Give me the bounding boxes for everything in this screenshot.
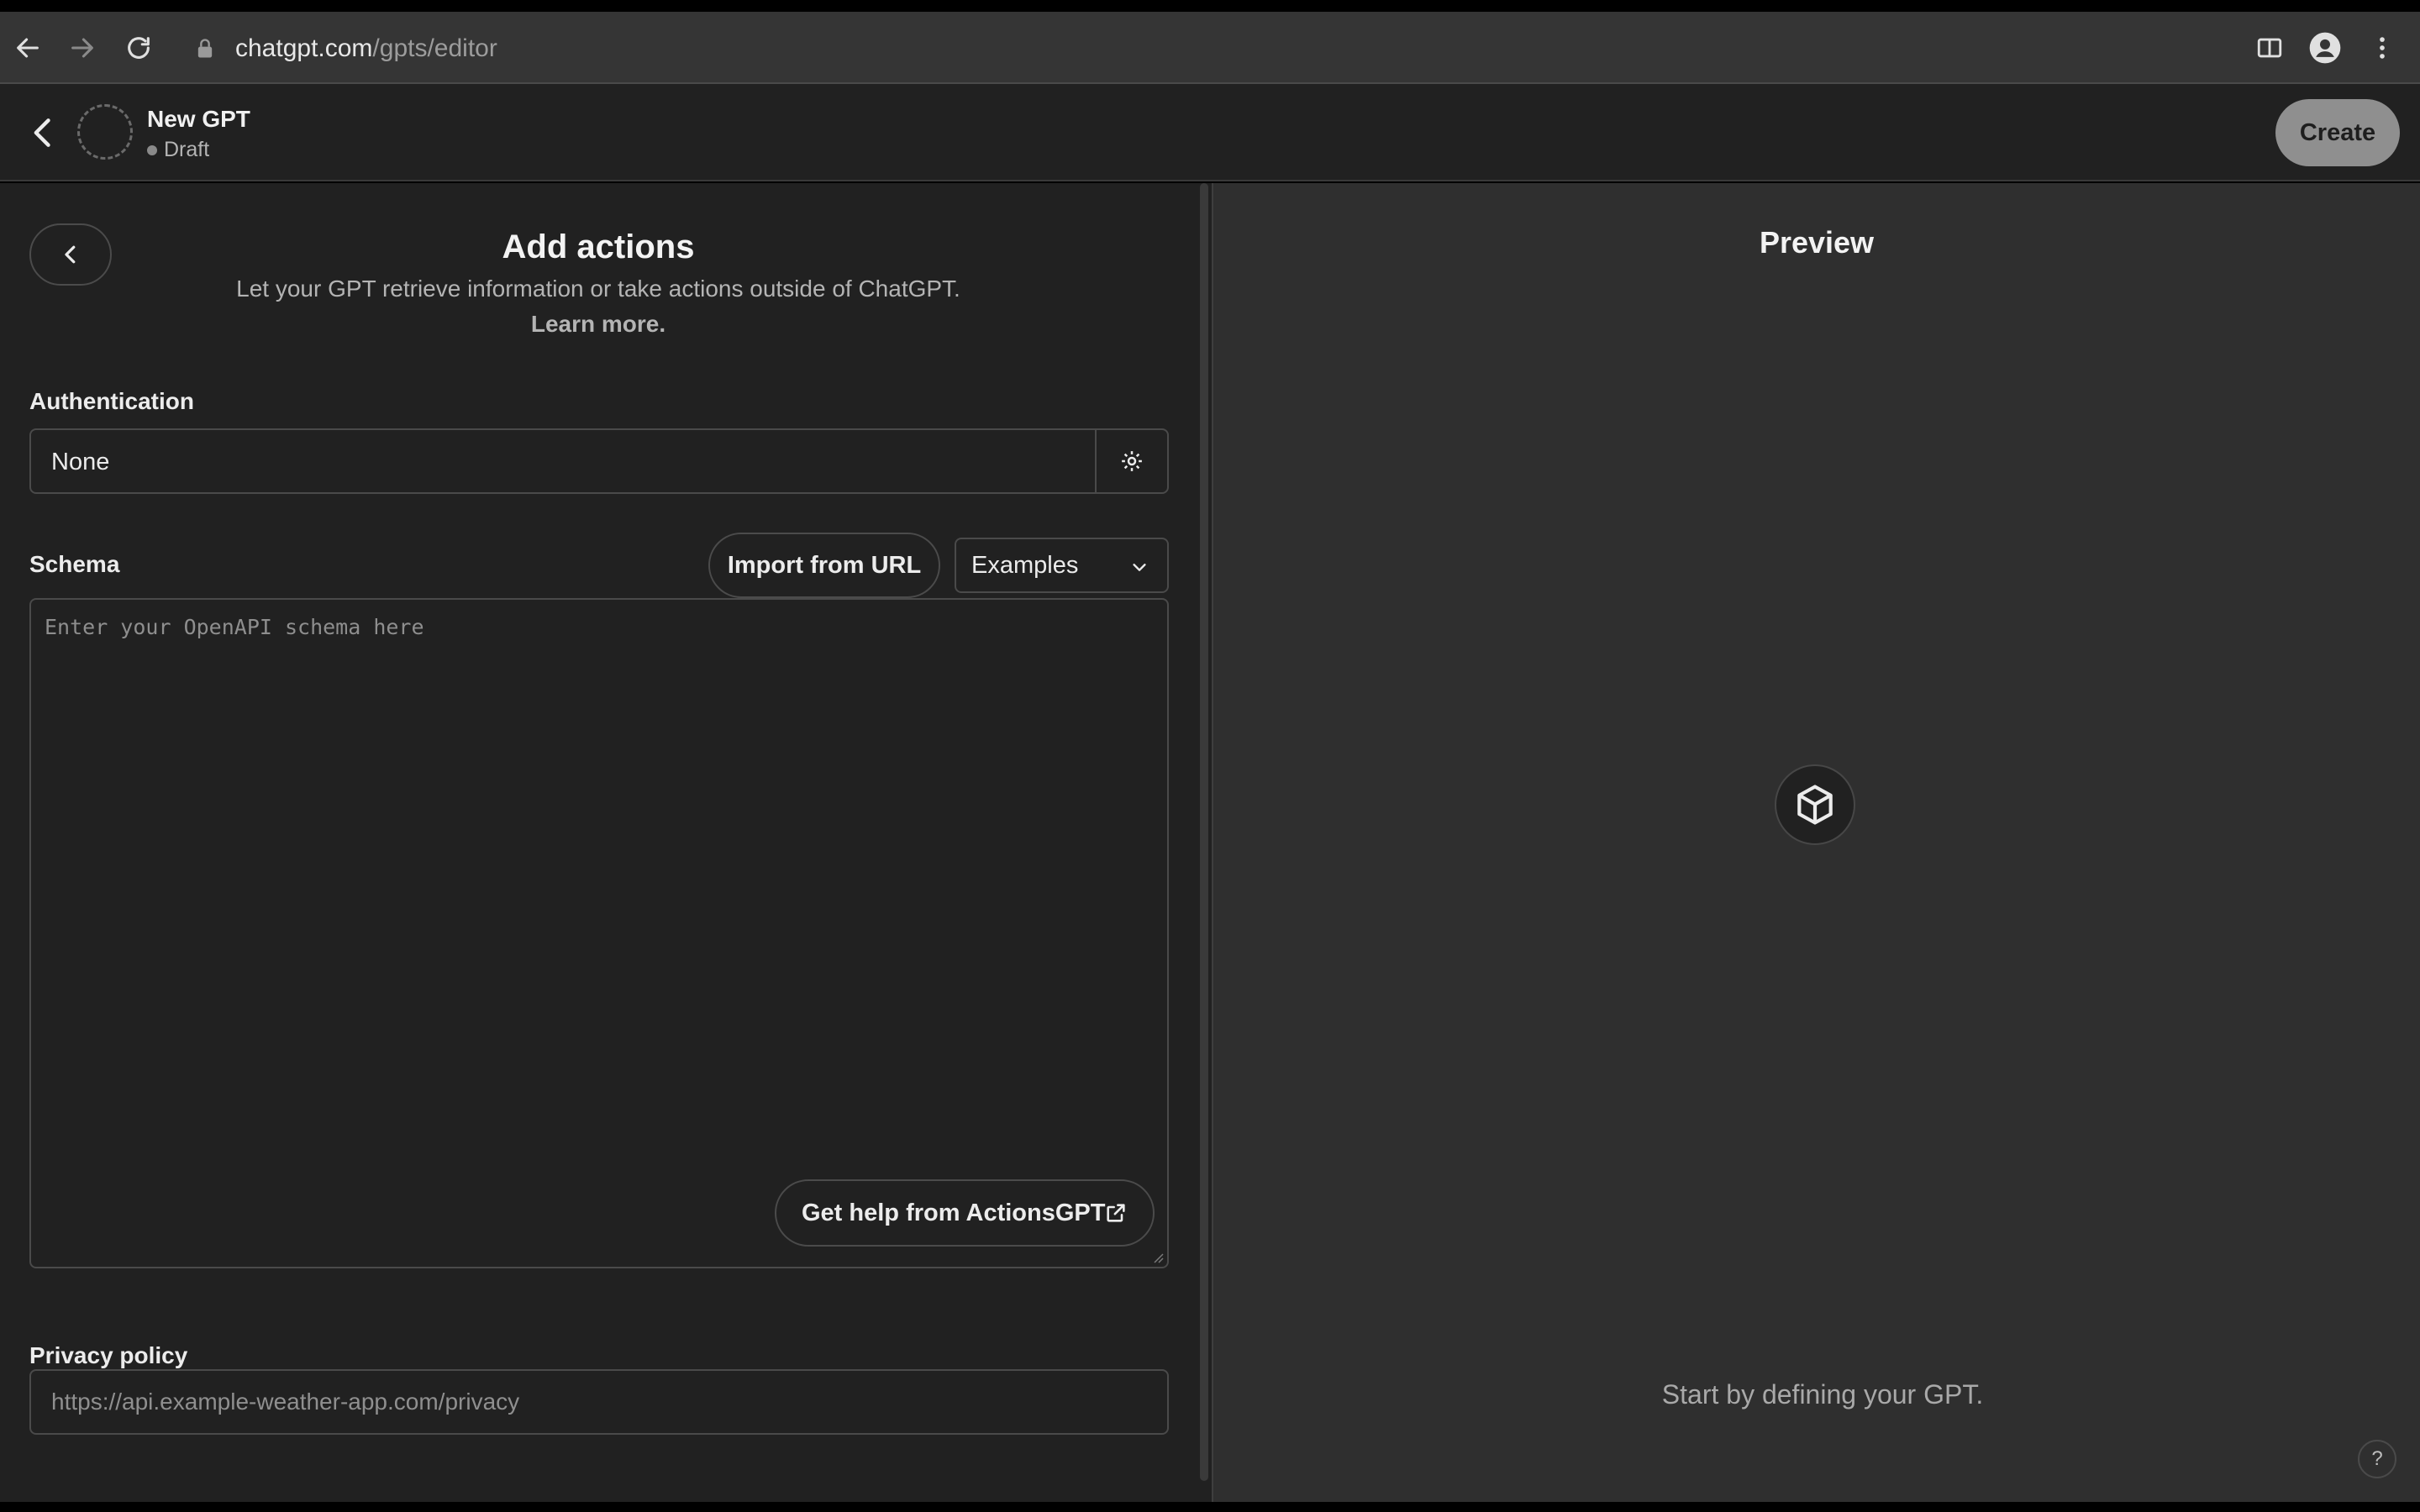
gpt-name: New GPT xyxy=(147,106,250,132)
preview-title: Preview xyxy=(1759,225,1875,260)
learn-more-label[interactable]: Learn more. xyxy=(531,311,666,337)
actions-panel-scrollbar[interactable] xyxy=(1197,183,1212,1502)
profile-icon xyxy=(2309,32,2341,64)
privacy-policy-label: Privacy policy xyxy=(29,1342,188,1368)
screen-top-edge xyxy=(0,0,2420,12)
create-button[interactable]: Create xyxy=(2275,99,2400,166)
url-domain: chatgpt.com xyxy=(235,34,373,62)
page-subtitle: Let your GPT retrieve information or tak… xyxy=(236,276,960,302)
schema-placeholder: Enter your OpenAPI schema here xyxy=(45,615,424,639)
examples-label: Examples xyxy=(971,551,1079,579)
cube-icon xyxy=(1797,785,1833,825)
gpt-preview-avatar xyxy=(1775,764,1855,845)
actionsgpt-help-label: Get help from ActionsGPT xyxy=(802,1199,1106,1226)
authentication-label: Authentication xyxy=(29,388,194,414)
preview-panel: Preview Start by defining your GPT. ? xyxy=(1213,183,2420,1502)
address-bar[interactable]: chatgpt.com/gpts/editor xyxy=(193,30,497,67)
examples-select[interactable]: Examples xyxy=(955,538,1169,593)
import-from-url-button[interactable]: Import from URL xyxy=(708,533,940,598)
page-title: Add actions xyxy=(502,228,695,265)
privacy-policy-input[interactable]: https://api.example-weather-app.com/priv… xyxy=(29,1369,1169,1435)
browser-reload-button[interactable] xyxy=(119,29,158,67)
gpt-status: Draft xyxy=(147,138,209,162)
schema-label: Schema xyxy=(29,551,120,577)
browser-back-button[interactable] xyxy=(8,29,47,67)
lock-icon xyxy=(197,39,213,58)
arrow-left-icon xyxy=(17,38,39,58)
reload-icon xyxy=(128,37,150,59)
url-path: /gpts/editor xyxy=(372,34,497,62)
editor-header: New GPT Draft Create xyxy=(0,84,2420,181)
external-link-icon xyxy=(1107,1204,1125,1222)
screen-bottom-edge xyxy=(0,1502,2420,1512)
browser-menu-button[interactable] xyxy=(2363,29,2402,67)
resize-handle-icon[interactable] xyxy=(1150,1250,1164,1263)
scrollbar-thumb[interactable] xyxy=(1200,183,1208,1481)
reading-mode-button[interactable] xyxy=(2250,29,2289,67)
split-view-icon xyxy=(2257,38,2282,58)
authentication-field[interactable]: None xyxy=(29,428,1169,494)
gpt-avatar-placeholder[interactable] xyxy=(77,104,133,160)
help-button[interactable]: ? xyxy=(2358,1440,2396,1478)
status-dot-icon xyxy=(147,144,157,155)
chevron-down-icon xyxy=(1133,564,1146,571)
profile-button[interactable] xyxy=(2306,29,2344,67)
more-vertical-icon xyxy=(2380,37,2385,59)
status-label: Draft xyxy=(164,138,210,161)
browser-forward-button[interactable] xyxy=(63,29,102,67)
actions-panel: Add actions Let your GPT retrieve inform… xyxy=(0,183,1197,1502)
arrow-right-icon xyxy=(71,38,93,58)
gear-icon xyxy=(1122,451,1142,471)
authentication-value: None xyxy=(51,449,110,475)
privacy-policy-placeholder: https://api.example-weather-app.com/priv… xyxy=(51,1389,520,1415)
preview-empty-text: Start by defining your GPT. xyxy=(1661,1379,1984,1410)
schema-editor[interactable]: Enter your OpenAPI schema here Get help … xyxy=(29,598,1169,1268)
learn-more-link[interactable]: Learn more. xyxy=(0,311,1197,338)
actionsgpt-help-button[interactable]: Get help from ActionsGPT xyxy=(775,1179,1155,1247)
authentication-settings-button[interactable] xyxy=(1095,430,1167,492)
chevron-left-icon[interactable] xyxy=(25,114,62,151)
browser-toolbar: chatgpt.com/gpts/editor xyxy=(0,12,2420,84)
